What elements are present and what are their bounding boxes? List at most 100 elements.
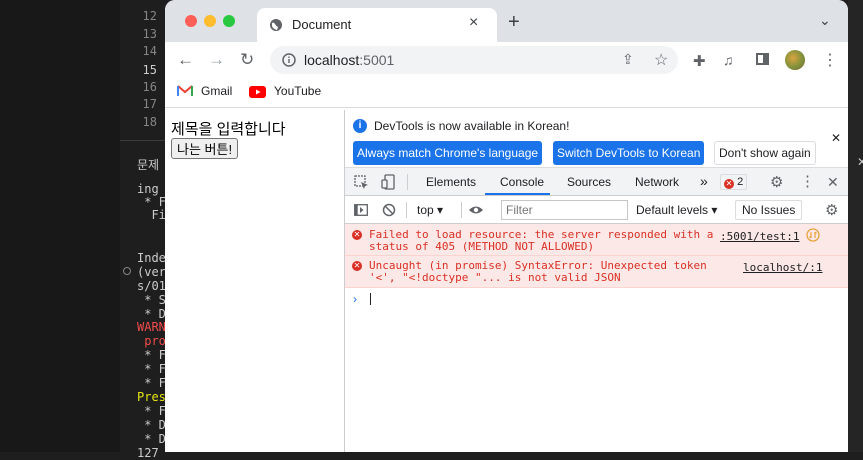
globe-icon	[270, 19, 282, 31]
browser-tab[interactable]: Document ×	[257, 8, 497, 42]
terminal-line: * F	[137, 376, 166, 390]
console-error-row: ✕ Uncaught (in promise) SyntaxError: Une…	[345, 256, 848, 288]
bookmark-youtube[interactable]: YouTube	[274, 84, 321, 98]
tab-sources[interactable]: Sources	[567, 175, 611, 189]
bookmarks-bar: Gmail YouTube	[165, 78, 848, 108]
page-heading: 제목을 입력합니다	[171, 121, 286, 138]
tab-title: Document	[292, 17, 352, 32]
url-port: :5001	[359, 52, 395, 68]
error-message: Failed to load resource: the server resp…	[369, 228, 714, 253]
devtools-close-icon[interactable]: ✕	[827, 174, 839, 191]
editor-sidebar	[0, 0, 120, 452]
show-sidebar-icon[interactable]	[354, 204, 368, 216]
settings-gear-icon[interactable]: ⚙	[770, 173, 783, 191]
panel-tab-problems[interactable]: 문제	[137, 156, 159, 173]
error-count-badge[interactable]: ✕ 2	[720, 174, 748, 190]
tab-network[interactable]: Network	[635, 175, 679, 189]
device-toolbar-icon[interactable]	[381, 174, 396, 190]
error-count: 2	[737, 176, 744, 188]
terminal-line: * S	[137, 293, 166, 307]
media-queue-icon[interactable]: ♫	[723, 52, 734, 68]
error-source-link[interactable]: :5001/test:1	[720, 230, 799, 243]
error-message: Uncaught (in promise) SyntaxError: Unexp…	[369, 259, 707, 284]
info-circle-icon[interactable]	[282, 53, 296, 67]
address-bar[interactable]: localhost:5001 ⇪ ☆	[270, 46, 678, 74]
inspect-element-icon[interactable]	[354, 175, 369, 190]
star-icon[interactable]: ☆	[654, 50, 668, 70]
info-icon: i	[353, 119, 367, 133]
youtube-icon	[249, 86, 266, 98]
extensions-icon[interactable]: ✚	[693, 52, 706, 70]
tabbar-divider	[407, 174, 408, 190]
line-number: 12	[142, 9, 157, 23]
page-viewport: 제목을 입력합니다 나는 버튼!	[165, 110, 344, 452]
bookmark-gmail[interactable]: Gmail	[201, 84, 232, 98]
terminal-line: Fi	[137, 208, 166, 222]
active-tab-indicator	[485, 193, 550, 195]
devtools-infobar: i DevTools is now available in Korean! ✕…	[345, 110, 848, 168]
terminal-line: Inde	[137, 251, 166, 265]
close-window-button[interactable]	[185, 15, 197, 27]
line-number: 17	[142, 97, 157, 111]
menu-kebab-icon[interactable]: ⋮	[822, 50, 838, 70]
tab-close-icon[interactable]: ×	[469, 14, 478, 32]
terminal-line: * D	[137, 418, 166, 432]
tab-elements[interactable]: Elements	[426, 175, 476, 189]
error-source-link[interactable]: localhost/:1	[743, 261, 822, 274]
url-host: localhost	[304, 52, 360, 68]
clear-console-icon[interactable]	[382, 203, 396, 217]
error-dot-icon: ✕	[724, 179, 734, 189]
switch-to-korean-button[interactable]: Switch DevTools to Korean	[553, 141, 705, 165]
terminal-line: * F	[137, 195, 166, 209]
browser-toolbar: ← → ↻ localhost:5001 ⇪ ☆ ✚ ♫ ⋮	[165, 42, 848, 78]
console-toolbar: top ▾ Default levels ▾ No Issues ⚙	[345, 196, 848, 224]
always-match-language-button[interactable]: Always match Chrome's language	[353, 141, 543, 165]
tab-strip: Document × + ⌄	[165, 0, 848, 42]
devtools-menu-icon[interactable]: ⋮	[800, 172, 815, 190]
terminal-line: * D	[137, 432, 166, 446]
line-number: 13	[142, 27, 157, 41]
context-value: top	[417, 203, 434, 217]
chevron-down-icon[interactable]: ⌄	[819, 12, 831, 29]
back-arrow-icon[interactable]: ←	[177, 50, 194, 70]
devtools-panel: i DevTools is now available in Korean! ✕…	[344, 110, 848, 452]
line-number: 16	[142, 80, 157, 94]
more-tabs-icon[interactable]: »	[700, 173, 708, 189]
close-icon[interactable]: ✕	[857, 155, 863, 169]
new-tab-icon[interactable]: +	[508, 11, 520, 34]
zoom-window-button[interactable]	[223, 15, 235, 27]
error-x-icon: ✕	[352, 261, 362, 271]
page-button[interactable]: 나는 버튼!	[171, 138, 239, 159]
console-error-row: ✕ Failed to load resource: the server re…	[345, 224, 848, 256]
infobar-close-icon[interactable]: ✕	[831, 131, 841, 145]
terminal-line-warning: WARN	[137, 320, 166, 334]
terminal-line: s/01	[137, 279, 166, 293]
line-number: 15	[142, 63, 157, 77]
forward-arrow-icon[interactable]: →	[208, 50, 225, 70]
console-filter-input[interactable]	[501, 200, 628, 220]
console-input-caret[interactable]	[370, 293, 371, 305]
terminal-line: * F	[137, 362, 166, 376]
side-panel-icon[interactable]	[756, 53, 769, 65]
reload-icon[interactable]: ↻	[240, 50, 254, 70]
terminal-line: (ver	[137, 265, 166, 279]
issues-button[interactable]: No Issues	[735, 200, 803, 220]
log-levels-dropdown[interactable]: Default levels ▾	[636, 203, 717, 217]
share-icon[interactable]: ⇪	[622, 51, 634, 68]
gmail-icon	[177, 85, 193, 96]
network-request-icon[interactable]	[806, 228, 820, 242]
minimize-window-button[interactable]	[204, 15, 216, 27]
avatar[interactable]	[785, 50, 805, 70]
editor-right-strip: ✕	[848, 0, 863, 452]
circle-icon	[123, 267, 131, 275]
terminal-line: ing	[137, 182, 159, 196]
tab-console[interactable]: Console	[500, 175, 544, 189]
devtools-tabbar: Elements Console Sources Network » ✕ 2 ⚙…	[345, 168, 848, 196]
context-select[interactable]: top ▾	[417, 203, 443, 217]
console-prompt-icon: ›	[353, 292, 357, 306]
panel-divider	[120, 140, 170, 141]
eye-icon[interactable]	[468, 205, 484, 215]
console-settings-gear-icon[interactable]: ⚙	[825, 201, 838, 219]
error-x-icon: ✕	[352, 230, 362, 240]
dont-show-again-button[interactable]: Don't show again	[714, 141, 816, 165]
